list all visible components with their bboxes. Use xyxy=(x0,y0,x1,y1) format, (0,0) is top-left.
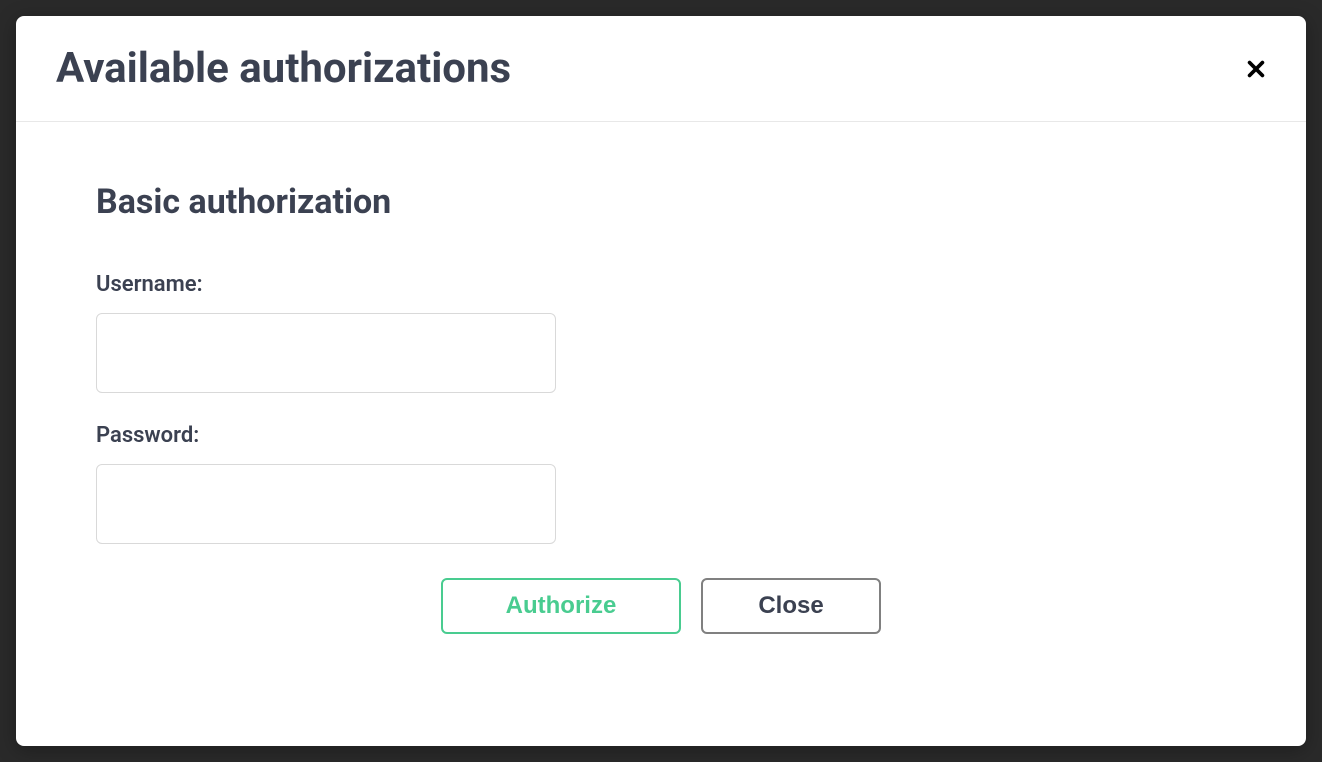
password-label: Password: xyxy=(96,423,1226,448)
authorize-button[interactable]: Authorize xyxy=(441,578,681,634)
username-input[interactable] xyxy=(96,313,556,393)
username-group: Username: xyxy=(96,272,1226,393)
button-row: Authorize Close xyxy=(441,578,1226,634)
modal-body: Basic authorization Username: Password: … xyxy=(16,122,1306,674)
authorization-modal: Available authorizations Basic authoriza… xyxy=(16,16,1306,746)
close-icon[interactable] xyxy=(1242,55,1270,83)
modal-header: Available authorizations xyxy=(16,16,1306,122)
username-label: Username: xyxy=(96,272,1226,297)
section-title: Basic authorization xyxy=(96,182,1226,222)
password-input[interactable] xyxy=(96,464,556,544)
modal-title: Available authorizations xyxy=(56,44,511,93)
close-button[interactable]: Close xyxy=(701,578,881,634)
password-group: Password: xyxy=(96,423,1226,544)
